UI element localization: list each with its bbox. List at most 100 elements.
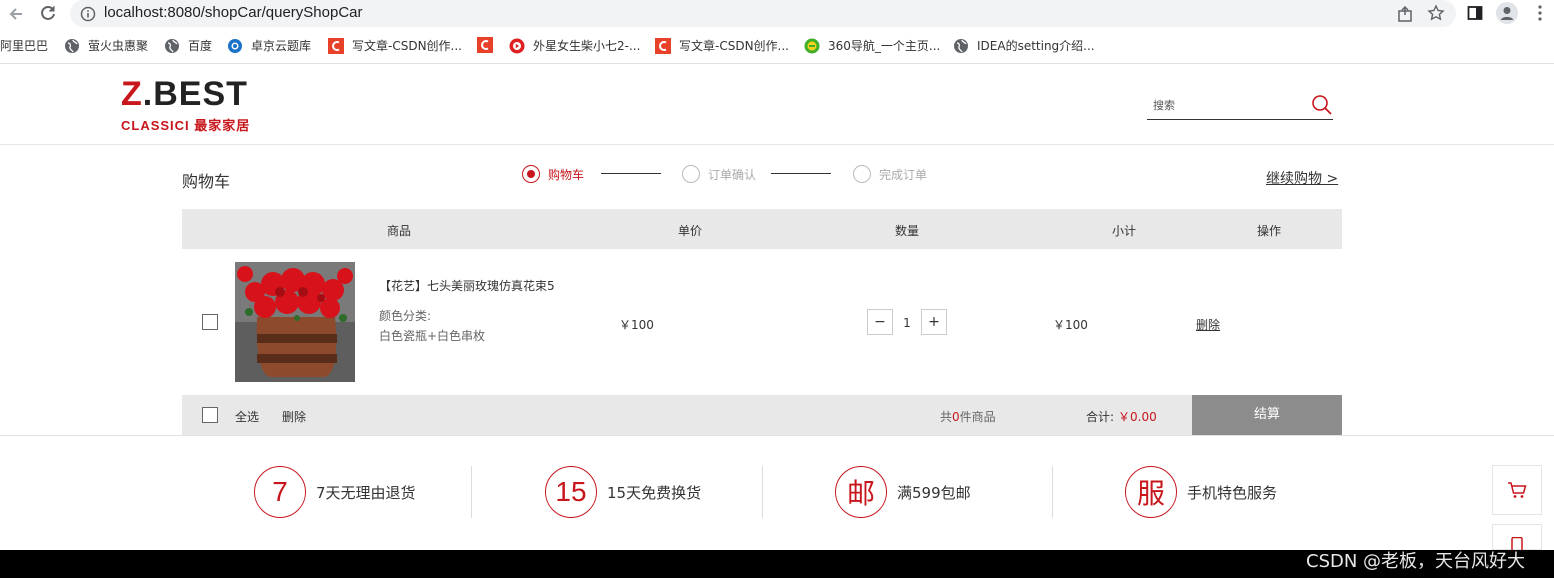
bookmark-item[interactable]: 写文章-CSDN创作...	[328, 37, 462, 54]
quantity-value[interactable]: 1	[900, 316, 914, 330]
unit-price: ￥100	[619, 318, 654, 332]
star-icon[interactable]	[1427, 4, 1445, 22]
bookmark-label: 卓京云题库	[251, 39, 312, 53]
service-return: 7 7天无理由退货	[254, 466, 416, 518]
csdn-icon	[477, 37, 493, 53]
bookmark-item[interactable]: 阿里巴巴	[0, 37, 48, 54]
step-order-complete: 完成订单	[853, 165, 927, 183]
service-separator	[1052, 466, 1053, 518]
item-count-suffix: 件商品	[959, 410, 996, 424]
profile-avatar-icon[interactable]	[1496, 2, 1518, 24]
cart-icon	[1508, 482, 1527, 498]
more-menu-icon[interactable]	[1535, 4, 1545, 22]
delete-selected-link[interactable]: 删除	[282, 408, 306, 425]
item-count-prefix: 共	[940, 410, 953, 424]
step-label: 购物车	[548, 167, 585, 182]
service-mobile: 服手机特色服务	[1125, 466, 1277, 518]
logo-tagline: CLASSICI 最家家居	[121, 118, 251, 133]
csdn-icon	[328, 37, 344, 54]
item-checkbox[interactable]	[202, 314, 218, 330]
side-panel-icon[interactable]	[1467, 5, 1483, 21]
step-dot-icon	[853, 165, 871, 183]
globe-icon	[165, 38, 179, 53]
service-exchange: 15 15天免费换货	[545, 466, 701, 518]
product-spec-value: 白色瓷瓶+白色串枚	[379, 329, 486, 343]
column-header: 数量	[894, 224, 920, 238]
quantity-increase-button[interactable]: +	[921, 309, 947, 335]
service-badge-icon: 服	[1125, 466, 1177, 518]
bookmark-label: 百度	[188, 39, 213, 53]
column-header: 商品	[386, 224, 412, 238]
select-all-checkbox[interactable]	[202, 407, 218, 423]
bookmark-label: 360导航_一个主页...	[828, 39, 941, 53]
total-label: 合计:	[1086, 410, 1115, 424]
cart-table-header: 商品 单价 数量 小计 操作	[182, 209, 1342, 249]
delete-item-link[interactable]: 删除	[1196, 316, 1220, 333]
service-label: 15天免费换货	[607, 483, 702, 502]
service-label: 7天无理由退货	[316, 483, 416, 502]
checkout-button[interactable]: 结算	[1192, 395, 1342, 435]
continue-shopping-link[interactable]: 继续购物 >	[1266, 168, 1338, 188]
bookmark-label: 外星女生柴小七2-...	[533, 39, 641, 53]
item-count: 共0件商品	[940, 408, 996, 425]
section-divider	[0, 435, 1554, 436]
globe-icon	[65, 38, 79, 53]
bookmark-item[interactable]: 360导航_一个主页...	[804, 37, 940, 54]
service-free-shipping: 邮满599包邮	[835, 466, 971, 518]
column-header: 单价	[677, 224, 703, 238]
item-count-value: 0	[952, 410, 960, 424]
page-title: 购物车	[182, 172, 231, 191]
step-dot-icon	[682, 165, 700, 183]
csdn-watermark: CSDN @老板，天台风好大	[1306, 551, 1526, 572]
bookmark-label: 写文章-CSDN创作...	[679, 39, 789, 53]
search-icon[interactable]	[1311, 94, 1333, 116]
reload-icon[interactable]	[39, 4, 57, 22]
step-label: 订单确认	[708, 167, 757, 182]
search-box	[1147, 94, 1333, 120]
step-dot-icon	[522, 165, 540, 183]
logo[interactable]: Z.BEST	[121, 76, 248, 112]
product-image[interactable]	[235, 262, 355, 382]
column-header: 小计	[1111, 224, 1137, 238]
bookmarks-bar: 阿里巴巴 萤火虫惠聚 百度 卓京云题库 写文章-CSDN创作... 外星女生柴小…	[0, 28, 1554, 64]
bookmark-item[interactable]: 卓京云题库	[227, 37, 311, 54]
service-separator	[762, 466, 763, 518]
select-all-label[interactable]: 全选	[235, 408, 259, 425]
bookmark-item[interactable]: IDEA的setting介绍...	[953, 37, 1095, 54]
service-label: 手机特色服务	[1187, 483, 1278, 502]
site-header: Z.BEST CLASSICI 最家家居	[0, 64, 1554, 145]
step-connector	[771, 173, 831, 174]
address-bar[interactable]: localhost:8080/shopCar/queryShopCar	[70, 0, 1456, 27]
bookmark-item[interactable]: 外星女生柴小七2-...	[509, 37, 640, 54]
bookmark-label: 萤火虫惠聚	[88, 39, 149, 53]
service-badge-icon: 15	[545, 466, 597, 518]
bookmark-item[interactable]: 写文章-CSDN创作...	[655, 37, 789, 54]
total-value: ￥0.00	[1118, 410, 1157, 424]
service-badge-icon: 7	[254, 466, 306, 518]
video-icon	[509, 38, 525, 53]
product-name[interactable]: 【花艺】七头美丽玫瑰仿真花束5	[379, 277, 555, 294]
quantity-decrease-button[interactable]: −	[867, 309, 893, 335]
logo-letter: Z	[121, 75, 143, 113]
item-subtotal: ￥100	[1053, 318, 1088, 332]
search-input[interactable]	[1153, 96, 1303, 116]
bookmark-item[interactable]	[477, 37, 501, 53]
globe-icon	[954, 38, 968, 53]
logo-wordmark: .BEST	[142, 75, 248, 113]
product-spec-label: 颜色分类:	[379, 309, 432, 323]
share-icon[interactable]	[1396, 5, 1414, 23]
browser-toolbar: localhost:8080/shopCar/queryShopCar	[0, 0, 1554, 28]
back-icon[interactable]	[7, 5, 25, 23]
service-separator	[471, 466, 472, 518]
floating-cart-button[interactable]	[1492, 465, 1542, 515]
info-icon[interactable]	[80, 6, 96, 22]
step-label: 完成订单	[879, 167, 928, 182]
step-connector	[601, 173, 661, 174]
bookmark-item[interactable]: 百度	[164, 37, 212, 54]
step-cart: 购物车	[522, 165, 584, 183]
ie-icon	[228, 38, 242, 53]
column-header: 操作	[1256, 224, 1282, 238]
bookmark-item[interactable]: 萤火虫惠聚	[64, 37, 148, 54]
step-order-confirm: 订单确认	[682, 165, 756, 183]
cart-item-row: 【花艺】七头美丽玫瑰仿真花束5 颜色分类: 白色瓷瓶+白色串枚 ￥100 − 1…	[182, 249, 1342, 395]
